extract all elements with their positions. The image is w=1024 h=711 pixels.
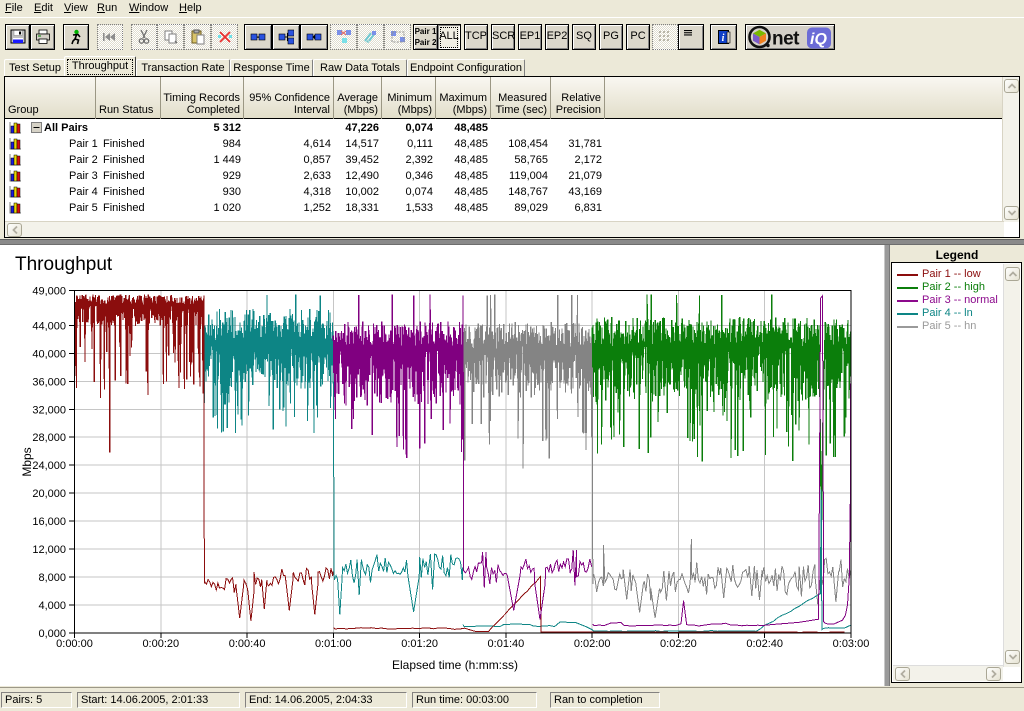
svg-text:40,000: 40,000 bbox=[32, 348, 66, 360]
svg-text:Mbps: Mbps bbox=[20, 447, 34, 476]
svg-text:Elapsed time (h:mm:ss): Elapsed time (h:mm:ss) bbox=[392, 658, 518, 672]
svg-text:12,000: 12,000 bbox=[32, 544, 66, 556]
svg-text:36,000: 36,000 bbox=[32, 376, 66, 388]
svg-text:0:03:00: 0:03:00 bbox=[833, 638, 870, 650]
svg-text:0:00:40: 0:00:40 bbox=[229, 638, 266, 650]
svg-text:28,000: 28,000 bbox=[32, 432, 66, 444]
svg-text:24,000: 24,000 bbox=[32, 460, 66, 472]
svg-text:4,000: 4,000 bbox=[38, 600, 66, 612]
svg-text:net: net bbox=[772, 29, 800, 50]
svg-text:49,000: 49,000 bbox=[32, 286, 66, 298]
svg-text:0:00:00: 0:00:00 bbox=[56, 638, 93, 650]
svg-text:32,000: 32,000 bbox=[32, 404, 66, 416]
svg-text:0:02:20: 0:02:20 bbox=[660, 638, 697, 650]
svg-text:0:01:20: 0:01:20 bbox=[401, 638, 438, 650]
svg-text:iQ: iQ bbox=[810, 31, 827, 48]
svg-text:44,000: 44,000 bbox=[32, 320, 66, 332]
svg-text:0:01:40: 0:01:40 bbox=[488, 638, 525, 650]
svg-text:8,000: 8,000 bbox=[38, 572, 66, 584]
svg-text:i: i bbox=[721, 33, 724, 44]
svg-text:16,000: 16,000 bbox=[32, 516, 66, 528]
svg-text:0:02:40: 0:02:40 bbox=[746, 638, 783, 650]
svg-text:0:02:00: 0:02:00 bbox=[574, 638, 611, 650]
svg-text:20,000: 20,000 bbox=[32, 488, 66, 500]
svg-text:0:00:20: 0:00:20 bbox=[142, 638, 179, 650]
svg-text:0:01:00: 0:01:00 bbox=[315, 638, 352, 650]
